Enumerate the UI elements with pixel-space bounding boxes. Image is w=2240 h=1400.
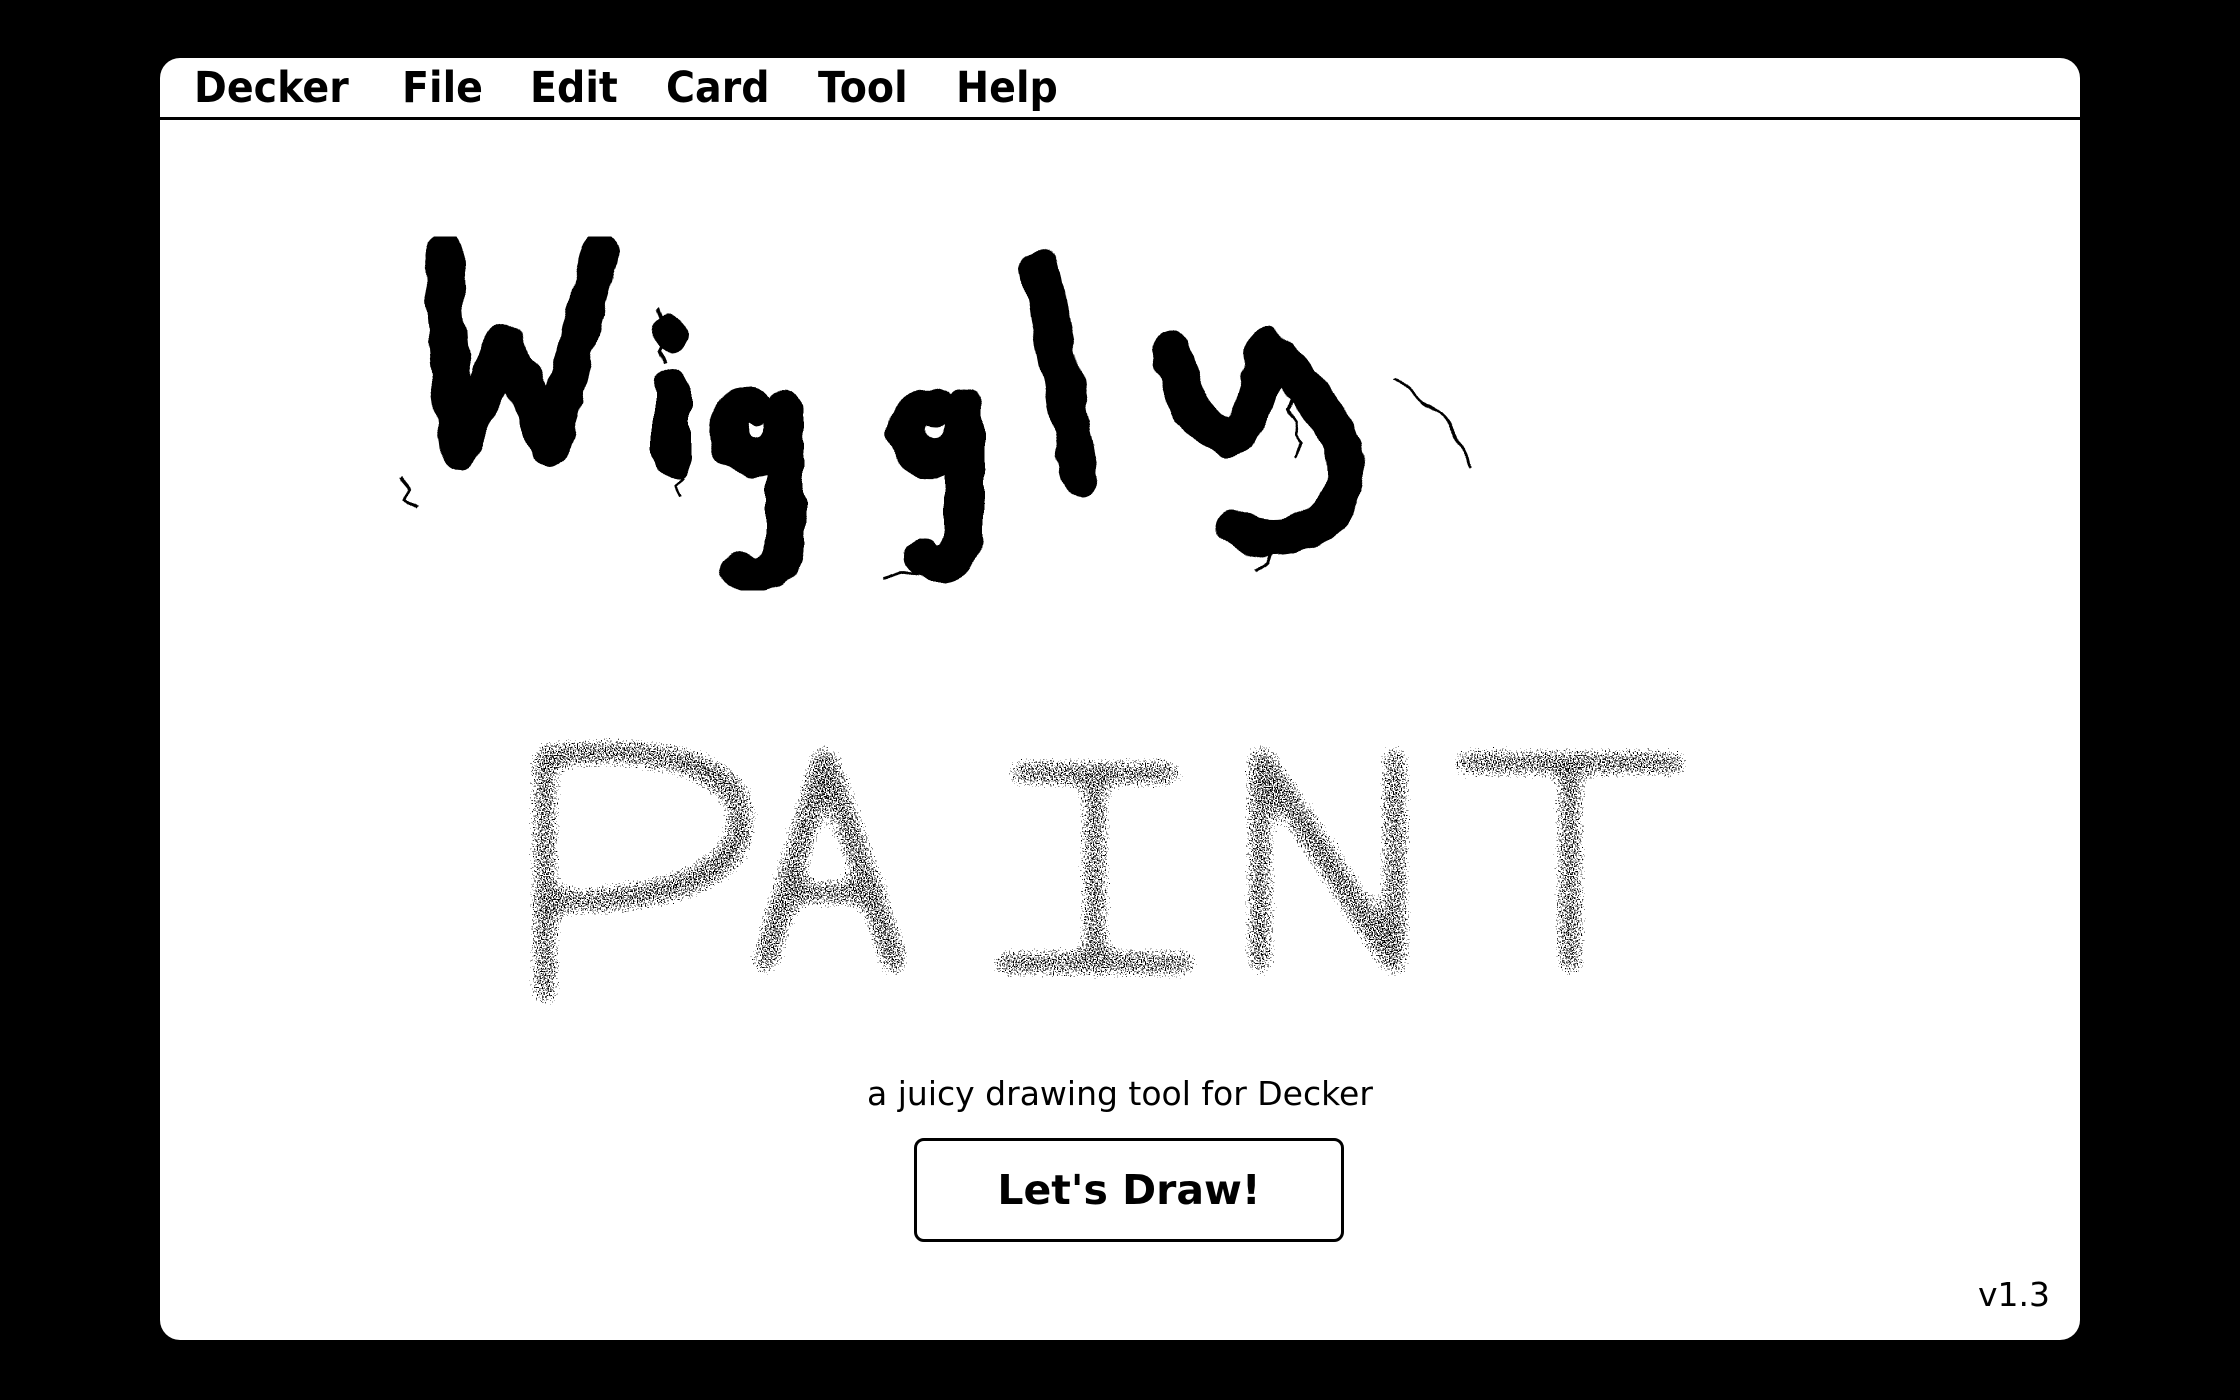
decker-window: Decker File Edit Card Tool Help a juicy … [160,58,2080,1340]
tagline: a juicy drawing tool for Decker [867,1074,1373,1113]
version-label: v1.3 [1977,1275,2050,1314]
paint-title-art [540,747,1680,998]
wiggly-title-art [424,234,1364,593]
lets-draw-button[interactable]: Let's Draw! [914,1138,1344,1242]
